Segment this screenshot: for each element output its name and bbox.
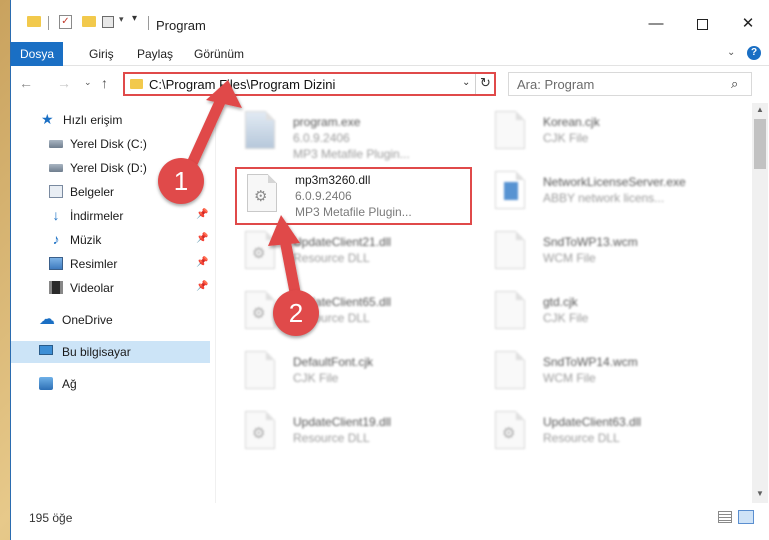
- step-badge-1: 1: [158, 158, 204, 204]
- annotation-overlay: [184, 80, 301, 298]
- arrow-to-address-bar: [184, 80, 242, 174]
- step-badge-2: 2: [273, 290, 319, 336]
- arrow-to-dll-file: [268, 215, 301, 298]
